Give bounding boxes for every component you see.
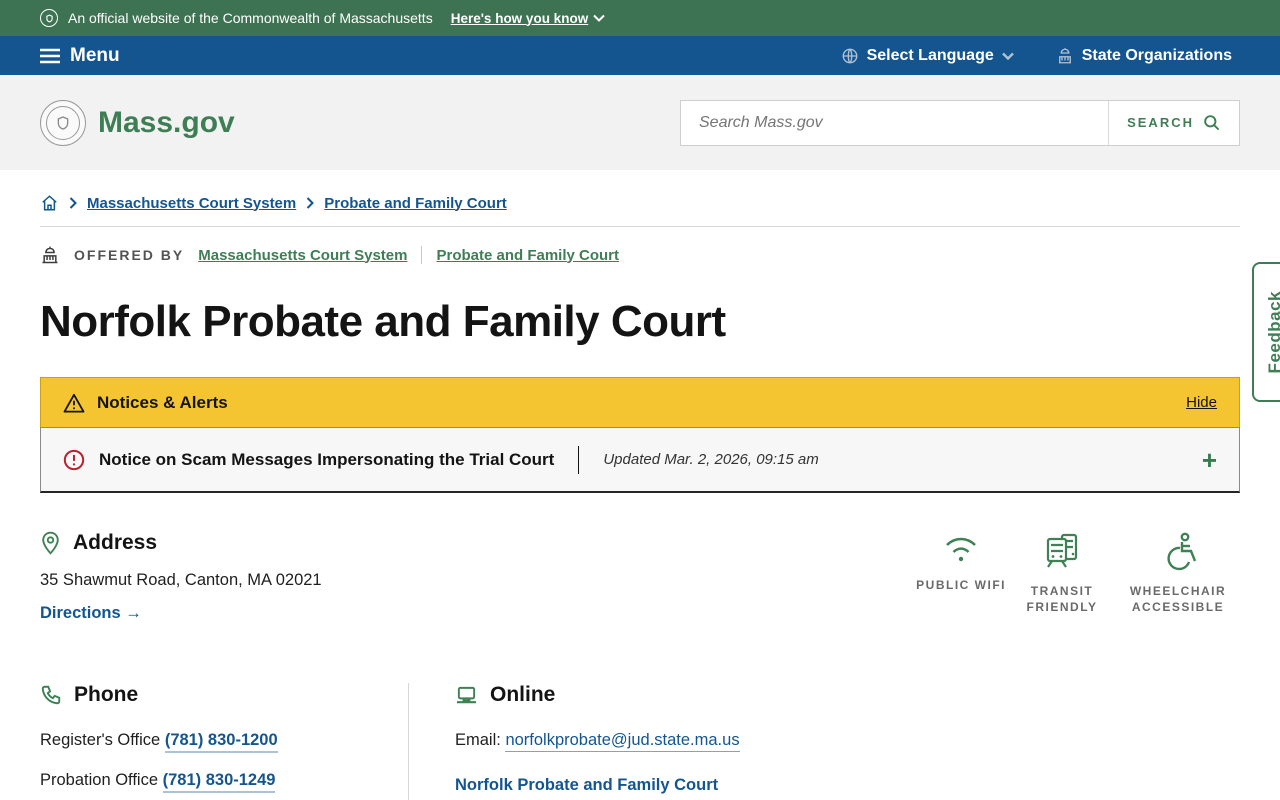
heres-how-you-know-toggle[interactable]: Here's how you know — [451, 11, 606, 26]
alerts-header: Notices & Alerts Hide — [40, 377, 1240, 427]
notices-alerts-panel: Notices & Alerts Hide Notice on Scam Mes… — [40, 377, 1240, 493]
magnifier-icon — [1204, 115, 1220, 131]
amenity-public-wifi: PUBLIC WIFI — [916, 531, 1006, 615]
alert-circle-icon — [63, 449, 85, 470]
notice-title: Notice on Scam Messages Impersonating th… — [99, 449, 555, 469]
column-divider — [408, 683, 409, 800]
hamburger-icon — [40, 48, 60, 63]
amenity-transit-friendly: TRANSIT FRIENDLY — [1022, 531, 1102, 615]
state-organizations-link[interactable]: State Organizations — [1056, 47, 1232, 65]
wheelchair-icon — [1167, 532, 1197, 571]
laptop-icon — [456, 686, 477, 703]
phone-link-registers-office[interactable]: (781) 830-1200 — [164, 731, 278, 753]
official-banner: An official website of the Commonwealth … — [0, 0, 1280, 36]
email-row: Email: norfolkprobate@jud.state.ma.us — [455, 731, 740, 752]
alert-notice-row[interactable]: Notice on Scam Messages Impersonating th… — [40, 427, 1240, 493]
statehouse-icon — [42, 246, 58, 264]
location-pin-icon — [42, 531, 59, 555]
virtual-registry-link[interactable]: Norfolk Probate and Family Court Virtual… — [455, 772, 740, 800]
search-input[interactable] — [681, 100, 1109, 145]
search-button[interactable]: SEARCH — [1108, 100, 1239, 145]
hide-alerts-link[interactable]: Hide — [1186, 394, 1217, 411]
address-heading: Address — [73, 531, 158, 554]
globe-icon — [842, 48, 858, 63]
divider — [578, 445, 580, 474]
online-heading: Online — [490, 683, 556, 706]
home-icon[interactable] — [40, 194, 59, 212]
divider — [421, 246, 423, 264]
statehouse-icon — [1058, 47, 1071, 63]
warning-triangle-icon — [63, 393, 85, 413]
chevron-right-icon — [306, 197, 315, 209]
transit-icon — [1046, 533, 1078, 568]
address-section: Address 35 Shawmut Road, Canton, MA 0202… — [40, 531, 1240, 641]
directions-link[interactable]: Directions → — [40, 604, 142, 623]
state-seal-icon — [40, 9, 58, 27]
page: An official website of the Commonwealth … — [0, 0, 1280, 800]
site-header: Mass.gov SEARCH — [0, 75, 1280, 170]
phone-link-probation-office[interactable]: (781) 830-1249 — [162, 771, 276, 793]
main-nav: Menu Select Language State Organizations — [0, 36, 1280, 75]
phone-heading: Phone — [74, 683, 139, 706]
feedback-label: Feedback — [1265, 290, 1280, 374]
amenities: PUBLIC WIFI TRANSIT FRIENDLY WHEELCHAIR … — [916, 531, 1238, 615]
menu-label: Menu — [70, 44, 120, 66]
breadcrumb-divider — [40, 226, 1240, 227]
menu-button[interactable]: Menu — [40, 45, 120, 67]
email-link[interactable]: norfolkprobate@jud.state.ma.us — [505, 731, 740, 752]
wifi-icon — [946, 537, 976, 562]
expand-notice-button[interactable]: + — [1202, 447, 1217, 473]
breadcrumb-link-probate-court[interactable]: Probate and Family Court — [324, 195, 507, 212]
online-section: Online Email: norfolkprobate@jud.state.m… — [455, 683, 740, 800]
chevron-down-icon — [1001, 52, 1014, 60]
offered-by-link-court-system[interactable]: Massachusetts Court System — [198, 247, 407, 264]
offered-by: OFFERED BY Massachusetts Court System Pr… — [40, 245, 1240, 265]
state-seal-logo-icon — [40, 99, 86, 146]
phone-icon — [41, 685, 61, 705]
brand-name: Mass.gov — [98, 105, 235, 139]
alerts-title: Notices & Alerts — [97, 392, 228, 412]
breadcrumb: Massachusetts Court System Probate and F… — [40, 194, 1240, 212]
chevron-down-icon — [593, 14, 605, 22]
select-language-button[interactable]: Select Language — [841, 47, 1014, 65]
chevron-right-icon — [69, 197, 77, 209]
contact-section: Phone Register's Office (781) 830-1200 P… — [40, 683, 1240, 800]
breadcrumb-link-court-system[interactable]: Massachusetts Court System — [87, 195, 296, 212]
amenity-wheelchair-accessible: WHEELCHAIR ACCESSIBLE — [1118, 531, 1238, 615]
offered-by-link-probate-court[interactable]: Probate and Family Court — [436, 247, 619, 264]
site-search: SEARCH — [680, 99, 1240, 146]
phone-row-probation-office: Probation Office (781) 830-1249 — [40, 771, 408, 793]
phone-row-registers-office: Register's Office (781) 830-1200 — [40, 731, 408, 753]
massgov-logo[interactable]: Mass.gov — [40, 99, 235, 146]
feedback-tab[interactable]: Feedback — [1252, 262, 1280, 402]
page-title: Norfolk Probate and Family Court — [40, 297, 726, 346]
offered-by-label: OFFERED BY — [74, 247, 185, 263]
notice-updated-timestamp: Updated Mar. 2, 2026, 09:15 am — [603, 451, 819, 468]
official-banner-text: An official website of the Commonwealth … — [68, 10, 433, 26]
phone-section: Phone Register's Office (781) 830-1200 P… — [40, 683, 408, 800]
